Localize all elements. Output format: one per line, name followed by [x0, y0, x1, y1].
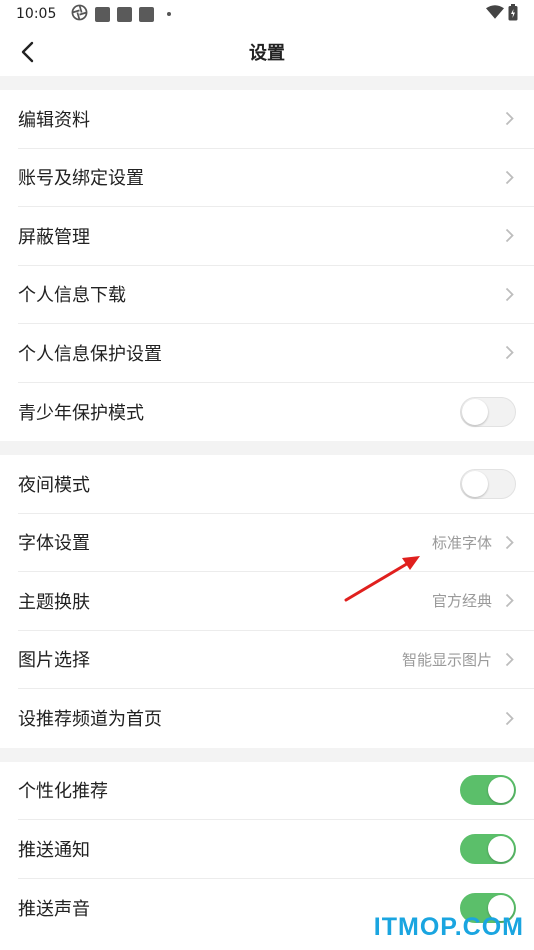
- row-label: 图片选择: [18, 650, 90, 672]
- chevron-right-icon: [504, 345, 514, 361]
- teen-mode-toggle[interactable]: [460, 396, 516, 427]
- notification-icon: [117, 6, 133, 22]
- push-notification-row: 推送通知: [18, 820, 534, 879]
- nav-bar: 设置: [0, 28, 534, 76]
- row-label: 设推荐频道为首页: [18, 709, 162, 731]
- image-selection-row[interactable]: 图片选择 智能显示图片: [18, 631, 534, 689]
- row-label: 屏蔽管理: [18, 226, 90, 248]
- recommend-homepage-row[interactable]: 设推荐频道为首页: [18, 689, 534, 748]
- back-button[interactable]: [10, 34, 46, 70]
- night-mode-toggle[interactable]: [460, 468, 516, 499]
- chevron-right-icon: [504, 228, 514, 244]
- toggle-knob: [462, 470, 488, 497]
- edit-profile-row[interactable]: 编辑资料: [18, 90, 534, 149]
- row-label: 青少年保护模式: [18, 402, 144, 424]
- night-mode-row: 夜间模式: [18, 455, 534, 514]
- account-binding-row[interactable]: 账号及绑定设置: [18, 149, 534, 207]
- push-notification-toggle[interactable]: [460, 833, 516, 864]
- chevron-right-icon: [504, 593, 514, 609]
- settings-group-notifications: 个性化推荐 推送通知 推送声音: [0, 761, 534, 937]
- notification-icon: [139, 6, 155, 22]
- row-label: 个性化推荐: [18, 781, 108, 803]
- font-settings-row[interactable]: 字体设置 标准字体: [18, 514, 534, 572]
- row-label: 字体设置: [18, 533, 90, 555]
- theme-skin-row[interactable]: 主题换肤 官方经典: [18, 572, 534, 631]
- notification-icon: [95, 6, 111, 22]
- battery-icon: [508, 3, 518, 25]
- theme-value: 官方经典: [431, 592, 492, 611]
- personalized-recommend-toggle[interactable]: [460, 775, 516, 806]
- row-label: 账号及绑定设置: [18, 168, 144, 190]
- privacy-protection-row[interactable]: 个人信息保护设置: [18, 324, 534, 383]
- status-time: 10:05: [16, 6, 57, 22]
- toggle-knob: [488, 777, 514, 804]
- chevron-right-icon: [504, 534, 514, 550]
- teen-mode-row: 青少年保护模式: [18, 383, 534, 442]
- chevron-right-icon: [504, 111, 514, 127]
- settings-group-account: 编辑资料 账号及绑定设置 屏蔽管理 个人信息下载 个人信息保护设置 青少年保护模…: [0, 90, 534, 441]
- row-label: 编辑资料: [18, 109, 90, 131]
- aperture-icon: [71, 4, 88, 25]
- row-label: 个人信息下载: [18, 285, 126, 307]
- row-label: 推送通知: [18, 839, 90, 861]
- row-label: 主题换肤: [18, 591, 90, 613]
- personal-info-download-row[interactable]: 个人信息下载: [18, 266, 534, 324]
- section-divider: [0, 76, 534, 90]
- personalized-recommend-row: 个性化推荐: [18, 762, 534, 820]
- chevron-right-icon: [504, 651, 514, 667]
- settings-screen: 10:05 设置 编辑资料 账号及绑定设置 屏蔽管理 个人信息下载 个人信息保护…: [0, 0, 534, 950]
- settings-list: 编辑资料 账号及绑定设置 屏蔽管理 个人信息下载 个人信息保护设置 青少年保护模…: [0, 76, 534, 937]
- row-label: 夜间模式: [18, 474, 90, 496]
- chevron-right-icon: [504, 710, 514, 726]
- back-arrow-icon: [21, 41, 34, 63]
- chevron-right-icon: [504, 286, 514, 302]
- page-title: 设置: [249, 43, 285, 64]
- toggle-knob: [462, 398, 488, 425]
- block-management-row[interactable]: 屏蔽管理: [18, 207, 534, 266]
- toggle-knob: [488, 835, 514, 862]
- chevron-right-icon: [504, 169, 514, 185]
- more-notifications-icon: [167, 12, 172, 16]
- status-right: [486, 3, 518, 25]
- status-bar: 10:05: [0, 0, 534, 28]
- section-divider: [0, 441, 534, 455]
- wifi-icon: [486, 5, 504, 23]
- watermark-logo: ITMOP.COM: [373, 913, 524, 941]
- image-mode-value: 智能显示图片: [401, 650, 492, 669]
- font-value: 标准字体: [431, 533, 492, 552]
- row-label: 个人信息保护设置: [18, 343, 162, 365]
- section-divider: [0, 747, 534, 762]
- status-left: 10:05: [16, 4, 172, 25]
- settings-group-display: 夜间模式 字体设置 标准字体 主题换肤 官方经典 图片选择 智能显示图片 设推荐…: [0, 455, 534, 748]
